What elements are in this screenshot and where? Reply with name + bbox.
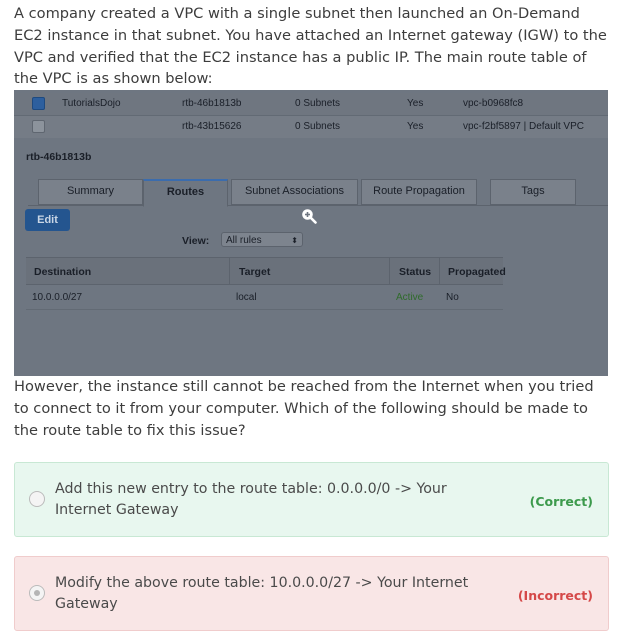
route-table-subnets: 0 Subnets xyxy=(295,98,341,109)
answer-radio[interactable] xyxy=(29,585,45,601)
column-status: Status xyxy=(399,266,432,278)
route-table-main: Yes xyxy=(407,121,424,132)
route-table-id: rtb-43b15626 xyxy=(182,121,242,132)
selected-route-table-id: rtb-46b1813b xyxy=(26,151,92,163)
answer-option-correct[interactable]: Add this new entry to the route table: 0… xyxy=(14,462,609,537)
correct-badge: (Correct) xyxy=(529,494,593,509)
column-target: Target xyxy=(239,266,271,278)
detail-tabs: Summary Routes Subnet Associations Route… xyxy=(28,177,608,207)
route-table-vpc: vpc-b0968fc8 xyxy=(463,98,524,109)
tab-routes[interactable]: Routes xyxy=(143,179,228,207)
route-table-row[interactable]: rtb-43b15626 0 Subnets Yes vpc-f2bf5897 … xyxy=(14,115,608,138)
question-followup: However, the instance still cannot be re… xyxy=(14,378,594,439)
tab-tags[interactable]: Tags xyxy=(490,179,576,205)
view-select-value: All rules xyxy=(226,235,262,246)
column-destination: Destination xyxy=(34,266,92,278)
table-row: 10.0.0.0/27 local Active No xyxy=(26,284,503,310)
answer-radio[interactable] xyxy=(29,491,45,507)
view-select[interactable]: All rules ⬍ xyxy=(221,232,303,247)
route-table-main: Yes xyxy=(407,98,424,109)
tab-summary[interactable]: Summary xyxy=(38,179,143,205)
answer-text: Modify the above route table: 10.0.0.0/2… xyxy=(55,575,469,612)
route-table-vpc: vpc-f2bf5897 | Default VPC xyxy=(463,121,584,132)
route-target: local xyxy=(236,292,257,303)
answer-text: Add this new entry to the route table: 0… xyxy=(55,481,447,518)
route-table-id: rtb-46b1813b xyxy=(182,98,242,109)
row-checkbox[interactable] xyxy=(32,120,45,133)
column-propagated: Propagated xyxy=(448,266,506,278)
column-divider xyxy=(439,258,440,284)
question-intro: A company created a VPC with a single su… xyxy=(14,5,607,88)
route-table-name: TutorialsDojo xyxy=(62,98,121,109)
column-divider xyxy=(229,258,230,284)
routes-table-header: Destination Target Status Propagated xyxy=(26,257,506,285)
incorrect-badge: (Incorrect) xyxy=(517,588,593,603)
edit-button[interactable]: Edit xyxy=(25,209,70,231)
view-label: View: xyxy=(182,235,210,247)
zoom-in-icon[interactable] xyxy=(301,208,317,224)
answer-option-incorrect[interactable]: Modify the above route table: 10.0.0.0/2… xyxy=(14,556,609,631)
route-status: Active xyxy=(396,292,424,303)
row-checkbox[interactable] xyxy=(32,97,45,110)
tab-route-propagation[interactable]: Route Propagation xyxy=(361,179,477,205)
route-propagated: No xyxy=(446,292,459,303)
select-arrows-icon: ⬍ xyxy=(291,236,298,245)
column-divider xyxy=(389,258,390,284)
route-table-screenshot: TutorialsDojo rtb-46b1813b 0 Subnets Yes… xyxy=(14,90,608,376)
route-table-subnets: 0 Subnets xyxy=(295,121,341,132)
route-destination: 10.0.0.0/27 xyxy=(32,292,83,303)
route-table-row[interactable]: TutorialsDojo rtb-46b1813b 0 Subnets Yes… xyxy=(14,93,608,115)
tab-subnet-associations[interactable]: Subnet Associations xyxy=(231,179,358,205)
